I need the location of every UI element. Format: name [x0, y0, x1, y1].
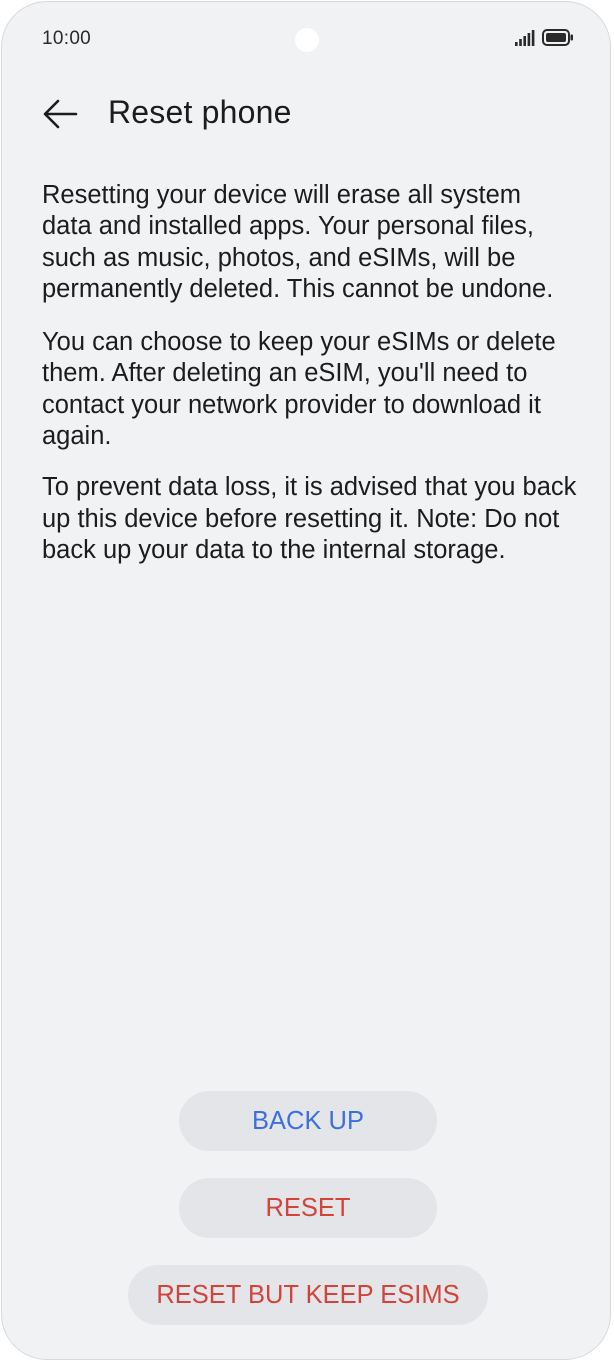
- reset-description: Resetting your device will erase all sys…: [42, 180, 577, 588]
- page-title: Reset phone: [108, 94, 292, 130]
- reset-keep-esims-button[interactable]: RESET BUT KEEP ESIMS: [128, 1265, 488, 1325]
- description-paragraph-esims: You can choose to keep your eSIMs or del…: [42, 328, 556, 451]
- app-bar: Reset phone: [2, 82, 610, 146]
- front-camera-cutout: [295, 28, 319, 52]
- description-paragraph-erase-warning: Resetting your device will erase all sys…: [42, 181, 554, 303]
- battery-icon: [542, 29, 573, 46]
- back-button[interactable]: [36, 90, 84, 138]
- reset-button[interactable]: RESET: [179, 1178, 437, 1238]
- description-paragraph-backup-advice: To prevent data loss, it is advised that…: [42, 473, 577, 564]
- status-time: 10:00: [42, 28, 92, 49]
- status-icons: [515, 29, 574, 46]
- signal-bars-icon: [515, 30, 535, 46]
- arrow-left-icon: [43, 99, 78, 129]
- back-up-button[interactable]: BACK UP: [179, 1091, 437, 1151]
- phone-screen: 10:00 Reset phone Resetting your device …: [1, 1, 611, 1360]
- status-bar: 10:00: [2, 2, 610, 78]
